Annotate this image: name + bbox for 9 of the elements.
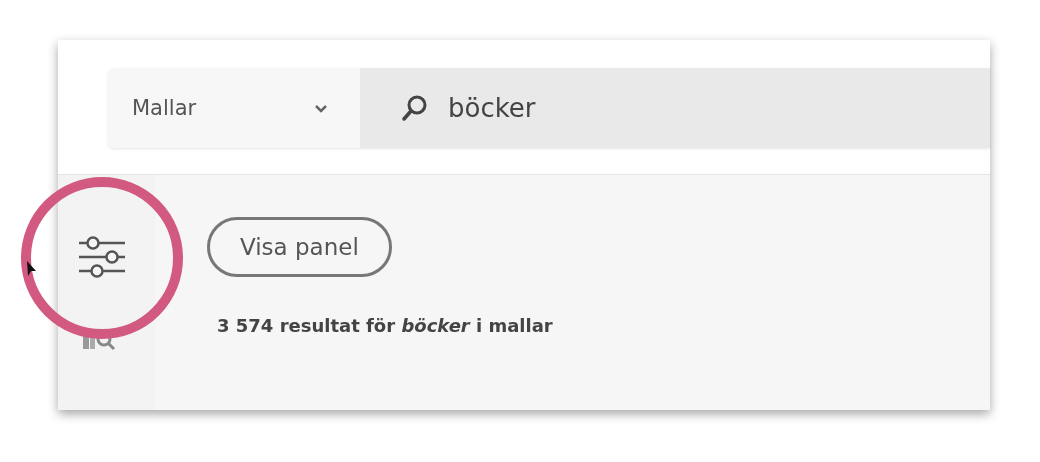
show-panel-button[interactable]: Visa panel [207, 217, 392, 277]
filter-sliders-icon[interactable] [76, 235, 127, 279]
cursor-icon [27, 261, 37, 277]
search-value: böcker [448, 93, 536, 123]
results-summary: 3 574 resultat för böcker i mallar [217, 315, 554, 336]
scope-dropdown[interactable]: Mallar [108, 68, 360, 148]
chevron-down-icon [314, 103, 328, 113]
search-field[interactable]: böcker [360, 68, 990, 148]
scope-label: Mallar [132, 96, 197, 120]
